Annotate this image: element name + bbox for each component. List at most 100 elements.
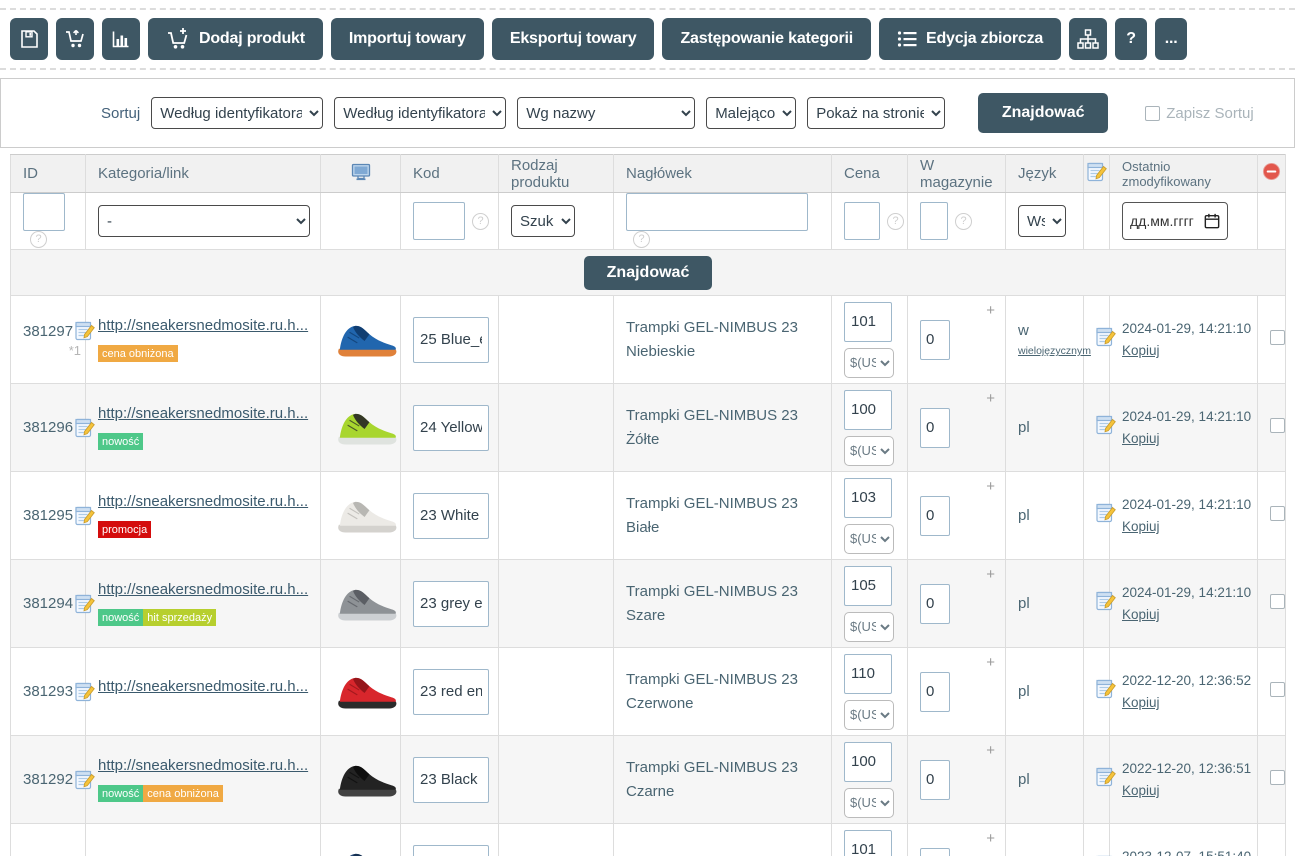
edit-icon[interactable] [75, 418, 95, 438]
edit-icon[interactable] [75, 506, 95, 526]
stock-input[interactable] [920, 672, 950, 712]
price-input[interactable] [844, 830, 892, 856]
copy-link[interactable]: Kopiuj [1122, 695, 1160, 710]
kod-input[interactable] [413, 317, 489, 363]
sitemap-button[interactable] [1069, 18, 1107, 60]
product-link[interactable]: http://sneakersnedmosite.ru.h... [98, 581, 308, 598]
product-image[interactable] [336, 408, 398, 448]
copy-link[interactable]: Kopiuj [1122, 783, 1160, 798]
stock-input[interactable] [920, 320, 950, 360]
currency-select[interactable]: $(USD [844, 612, 894, 642]
multilang-link[interactable]: wielojęzycznym [1018, 345, 1083, 357]
stats-button[interactable] [102, 18, 140, 60]
minus-circle-icon[interactable] [1262, 162, 1281, 181]
stock-input[interactable] [920, 408, 950, 448]
price-input[interactable] [844, 302, 892, 342]
stock-expand[interactable]: + [986, 478, 995, 495]
row-checkbox[interactable] [1270, 770, 1285, 785]
copy-link[interactable]: Kopiuj [1122, 607, 1160, 622]
stock-expand[interactable]: + [986, 302, 995, 319]
product-link[interactable]: http://sneakersnedmosite.ru.h... [98, 317, 308, 334]
price-input[interactable] [844, 566, 892, 606]
edit-icon[interactable] [75, 321, 95, 341]
product-image[interactable] [336, 496, 398, 536]
row-checkbox[interactable] [1270, 682, 1285, 697]
price-input[interactable] [844, 478, 892, 518]
edit-icon[interactable] [1096, 591, 1116, 611]
currency-select[interactable]: $(USD [844, 436, 894, 466]
product-image[interactable] [336, 848, 398, 856]
help-button[interactable]: ? [1115, 18, 1147, 60]
stock-input[interactable] [920, 584, 950, 624]
edit-icon[interactable] [75, 770, 95, 790]
product-link[interactable]: http://sneakersnedmosite.ru.h... [98, 678, 308, 695]
price-input[interactable] [844, 390, 892, 430]
kod-input[interactable] [413, 669, 489, 715]
filter-lang-select[interactable]: Ws: [1018, 205, 1066, 237]
stock-expand[interactable]: + [986, 566, 995, 583]
kod-input[interactable] [413, 757, 489, 803]
edit-icon[interactable] [75, 682, 95, 702]
price-input[interactable] [844, 742, 892, 782]
kod-input[interactable] [413, 493, 489, 539]
currency-select[interactable]: $(USD [844, 700, 894, 730]
sort-select-3[interactable]: Wg nazwy [517, 97, 695, 129]
edit-icon[interactable] [1096, 503, 1116, 523]
price-input[interactable] [844, 654, 892, 694]
currency-select[interactable]: $(USD [844, 524, 894, 554]
filter-kod-input[interactable] [413, 202, 465, 240]
row-checkbox[interactable] [1270, 594, 1285, 609]
table-find-button[interactable]: Znajdować [584, 256, 712, 290]
product-image[interactable] [336, 584, 398, 624]
stock-input[interactable] [920, 760, 950, 800]
row-checkbox[interactable] [1270, 506, 1285, 521]
sort-select-1[interactable]: Według identyfikatora [151, 97, 323, 129]
filter-naglowek-input[interactable] [626, 193, 808, 231]
save-button[interactable] [10, 18, 48, 60]
filter-date-input[interactable]: дд.мм.гггг [1122, 202, 1228, 240]
sort-select-2[interactable]: Według identyfikatora [334, 97, 506, 129]
save-sort-checkbox[interactable] [1145, 106, 1160, 121]
copy-link[interactable]: Kopiuj [1122, 519, 1160, 534]
currency-select[interactable]: $(USD [844, 788, 894, 818]
product-image[interactable] [336, 672, 398, 712]
cart-button[interactable] [56, 18, 94, 60]
kod-input[interactable] [413, 405, 489, 451]
row-checkbox[interactable] [1270, 418, 1285, 433]
product-image[interactable] [336, 760, 398, 800]
edit-icon[interactable] [1096, 415, 1116, 435]
filter-stock-input[interactable] [920, 202, 948, 240]
export-products-button[interactable]: Eksportuj towary [492, 18, 655, 60]
per-page-select[interactable]: Pokaż na stronie: [807, 97, 945, 129]
filter-category-select[interactable]: - [98, 205, 310, 237]
product-link[interactable]: http://sneakersnedmosite.ru.h... [98, 405, 308, 422]
copy-link[interactable]: Kopiuj [1122, 431, 1160, 446]
stock-input[interactable] [920, 848, 950, 856]
edit-icon[interactable] [1096, 767, 1116, 787]
stock-expand[interactable]: + [986, 654, 995, 671]
sort-direction-select[interactable]: Malejąco [706, 97, 796, 129]
product-link[interactable]: http://sneakersnedmosite.ru.h... [98, 493, 308, 510]
edit-icon[interactable] [1096, 679, 1116, 699]
edit-icon[interactable] [75, 594, 95, 614]
row-checkbox[interactable] [1270, 330, 1285, 345]
sort-find-button[interactable]: Znajdować [978, 93, 1108, 133]
edit-icon[interactable] [1096, 327, 1116, 347]
filter-search-select[interactable]: Szuka [511, 205, 575, 237]
product-image[interactable] [336, 320, 398, 360]
currency-select[interactable]: $(USD [844, 348, 894, 378]
import-products-button[interactable]: Importuj towary [331, 18, 484, 60]
stock-expand[interactable]: + [986, 742, 995, 759]
filter-price-input[interactable] [844, 202, 880, 240]
replace-categories-button[interactable]: Zastępowanie kategorii [662, 18, 871, 60]
stock-input[interactable] [920, 496, 950, 536]
copy-link[interactable]: Kopiuj [1122, 343, 1160, 358]
more-button[interactable]: ... [1155, 18, 1187, 60]
kod-input[interactable] [413, 845, 489, 856]
product-link[interactable]: http://sneakersnedmosite.ru.h... [98, 757, 308, 774]
add-product-button[interactable]: Dodaj produkt [148, 18, 323, 60]
bulk-edit-button[interactable]: Edycja zbiorcza [879, 18, 1061, 60]
stock-expand[interactable]: + [986, 390, 995, 407]
filter-id-input[interactable] [23, 193, 65, 231]
stock-expand[interactable]: + [986, 830, 995, 847]
